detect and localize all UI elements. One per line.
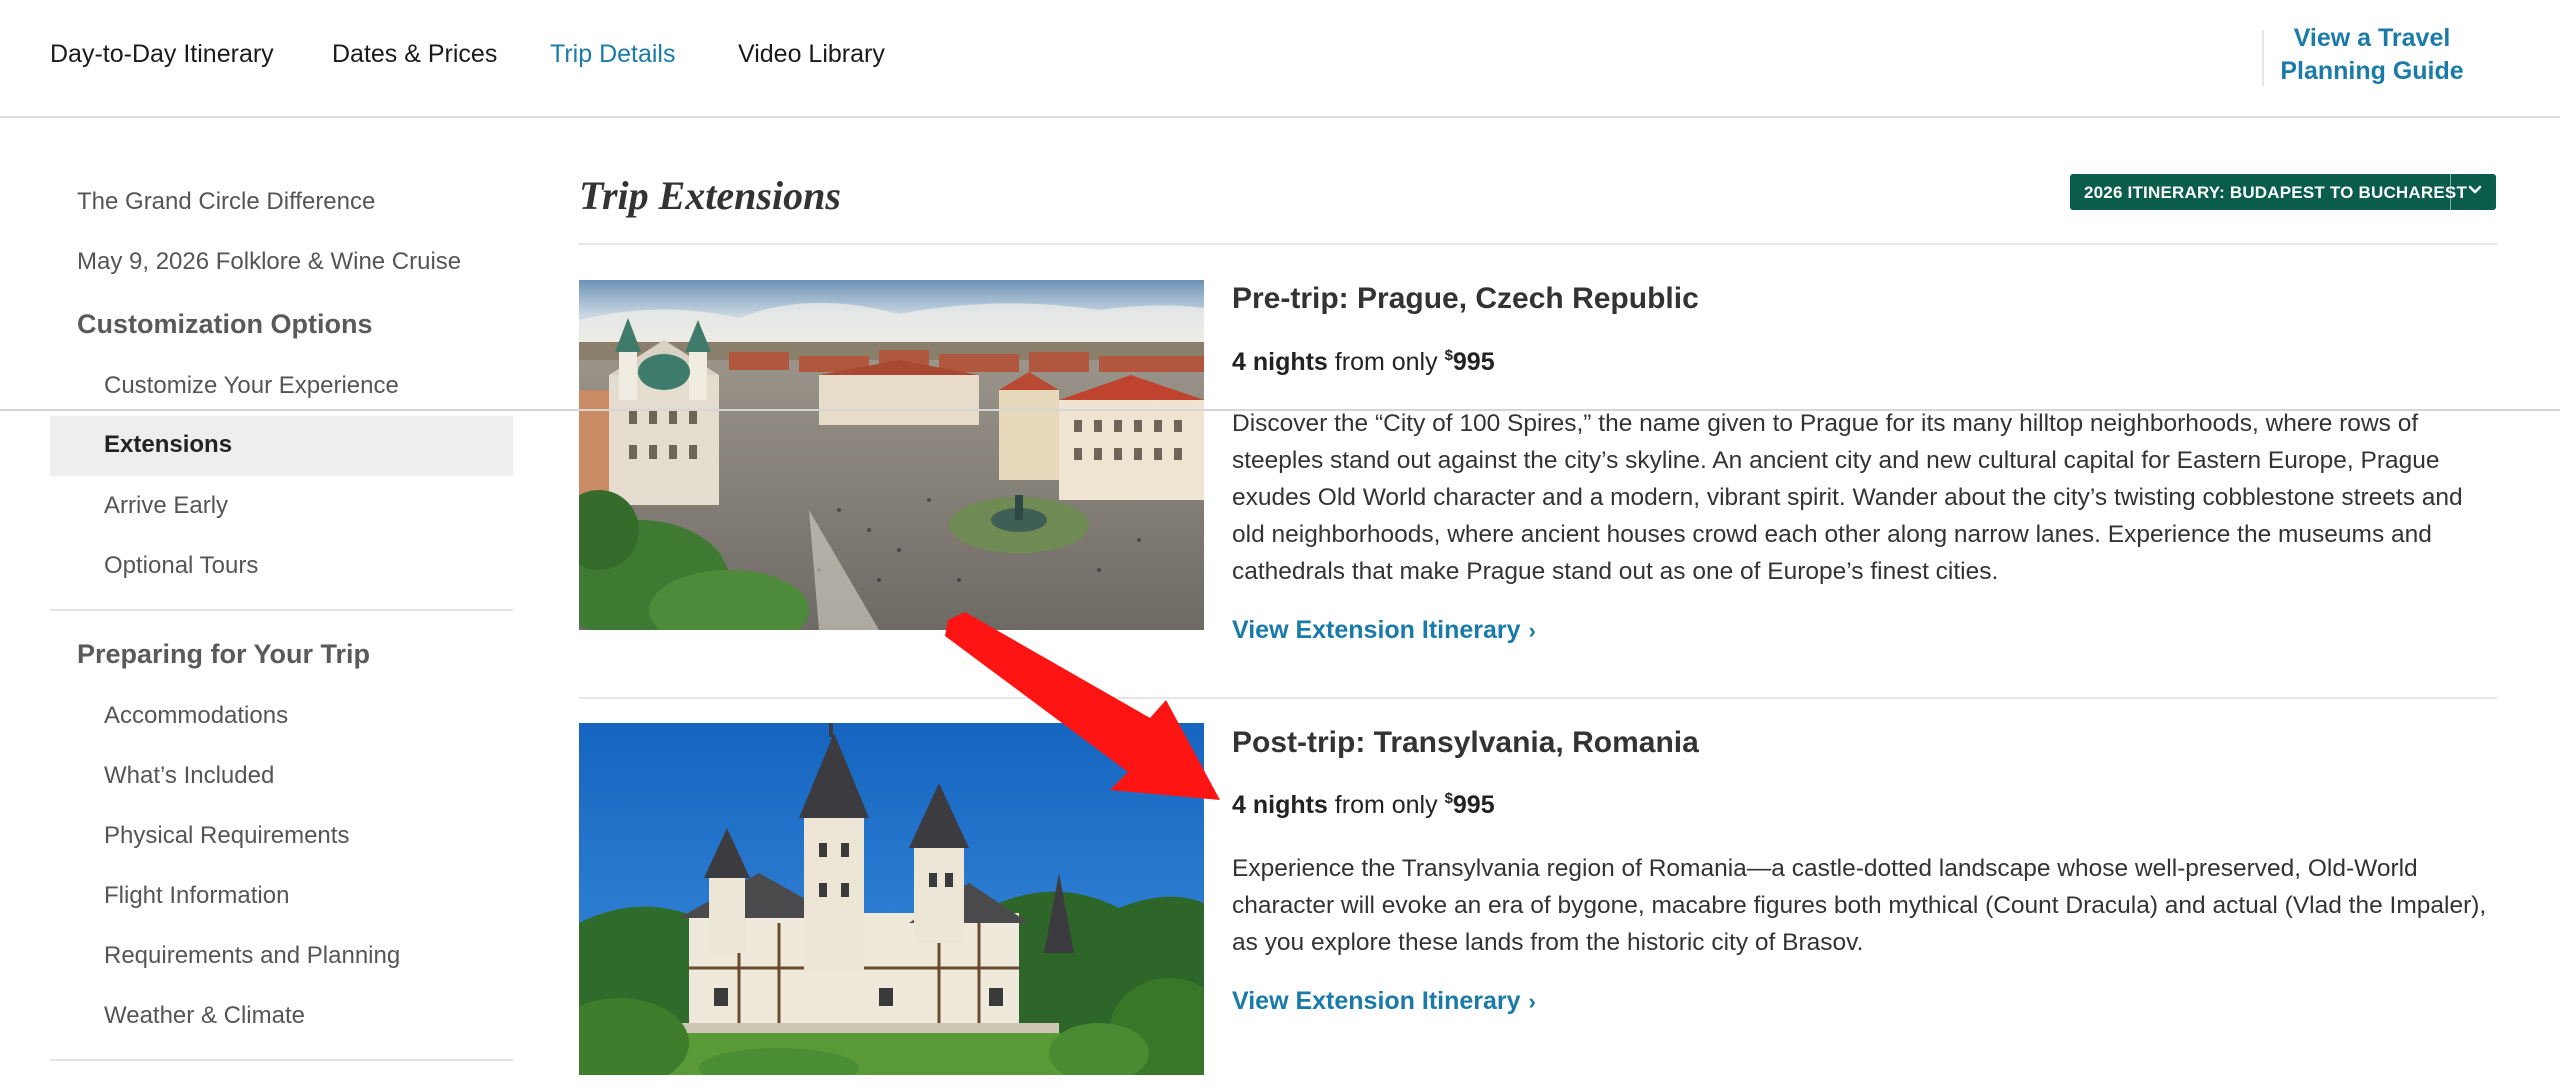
tab-video-library[interactable]: Video Library — [738, 40, 885, 69]
extension-price-prague: 4 nights from only $995 — [1232, 347, 1495, 377]
tab-day-to-day-itinerary[interactable]: Day-to-Day Itinerary — [50, 40, 274, 69]
extension-price-transylvania: 4 nights from only $995 — [1232, 790, 1495, 820]
sidebar-divider — [50, 609, 513, 611]
sidebar-item-requirements-planning[interactable]: Requirements and Planning — [104, 942, 400, 970]
page-overlay-line — [0, 409, 2560, 411]
itinerary-select[interactable]: 2026 ITINERARY: BUDAPEST TO BUCHAREST — [2070, 174, 2496, 210]
sidebar-item-weather-climate[interactable]: Weather & Climate — [104, 1002, 305, 1030]
sidebar-item-flight-information[interactable]: Flight Information — [104, 882, 289, 910]
extension-nights-prague: 4 nights — [1232, 348, 1328, 376]
extension-amount-transylvania: 995 — [1452, 791, 1495, 819]
sidebar-item-accommodations[interactable]: Accommodations — [104, 702, 288, 730]
itinerary-select-label: 2026 ITINERARY: BUDAPEST TO BUCHAREST — [2084, 183, 2468, 202]
page-title: Trip Extensions — [579, 173, 841, 218]
travel-planning-guide-link[interactable]: View a Travel Planning Guide — [2252, 22, 2492, 88]
extension-amount-prague: 995 — [1452, 348, 1495, 376]
prague-photo — [579, 280, 1204, 630]
extension-description-prague: Discover the “City of 100 Spires,” the n… — [1232, 410, 2463, 585]
sidebar-item-whats-included[interactable]: What’s Included — [104, 762, 274, 790]
extension-title-transylvania: Post-trip: Transylvania, Romania — [1232, 726, 1699, 759]
sidebar-divider-bottom — [50, 1059, 513, 1061]
guide-link-line-2: Planning Guide — [2280, 57, 2464, 85]
view-extension-itinerary-prague-link[interactable]: View Extension Itinerary › — [1232, 616, 1536, 645]
sidebar-section-customization-options: Customization Options — [77, 309, 373, 339]
extension-currency-prague: $ — [1444, 347, 1453, 364]
view-extension-itinerary-transylvania-link[interactable]: View Extension Itinerary › — [1232, 987, 1536, 1016]
tab-dates-prices[interactable]: Dates & Prices — [332, 40, 497, 69]
view-extension-itinerary-label: View Extension Itinerary — [1232, 987, 1521, 1015]
top-navigation: Day-to-Day Itinerary Dates & Prices Trip… — [0, 0, 2560, 118]
sidebar-item-folklore-wine-cruise[interactable]: May 9, 2026 Folklore & Wine Cruise — [77, 248, 461, 276]
chevron-right-icon: › — [1528, 989, 1536, 1014]
extension-nights-transylvania: 4 nights — [1232, 791, 1328, 819]
extension-title-prague: Pre-trip: Prague, Czech Republic — [1232, 282, 1699, 315]
extension-description-transylvania: Experience the Transylvania region of Ro… — [1232, 855, 2487, 956]
sidebar-item-extensions[interactable]: Extensions — [50, 416, 513, 476]
itinerary-select-separator — [2450, 174, 2451, 210]
transylvania-castle-photo — [579, 723, 1204, 1075]
extension-from-text-prague: from only — [1334, 348, 1438, 376]
chevron-right-icon: › — [1528, 618, 1536, 643]
chevron-down-icon — [2468, 185, 2482, 194]
extension-divider — [579, 697, 2497, 699]
sidebar-item-arrive-early[interactable]: Arrive Early — [104, 492, 228, 520]
tab-trip-details[interactable]: Trip Details — [550, 40, 676, 69]
guide-link-line-1: View a Travel — [2293, 24, 2451, 52]
view-extension-itinerary-label: View Extension Itinerary — [1232, 616, 1521, 644]
sidebar-item-physical-requirements[interactable]: Physical Requirements — [104, 822, 349, 850]
extension-currency-transylvania: $ — [1444, 790, 1453, 807]
title-divider — [579, 243, 2497, 245]
sidebar-item-grand-circle-difference[interactable]: The Grand Circle Difference — [77, 188, 375, 216]
sidebar-item-customize-experience[interactable]: Customize Your Experience — [104, 372, 399, 400]
sidebar-item-optional-tours[interactable]: Optional Tours — [104, 552, 258, 580]
extension-from-text-transylvania: from only — [1334, 791, 1438, 819]
sidebar-section-preparing-for-trip: Preparing for Your Trip — [77, 639, 371, 669]
sidebar-item-extensions-label: Extensions — [104, 431, 233, 458]
